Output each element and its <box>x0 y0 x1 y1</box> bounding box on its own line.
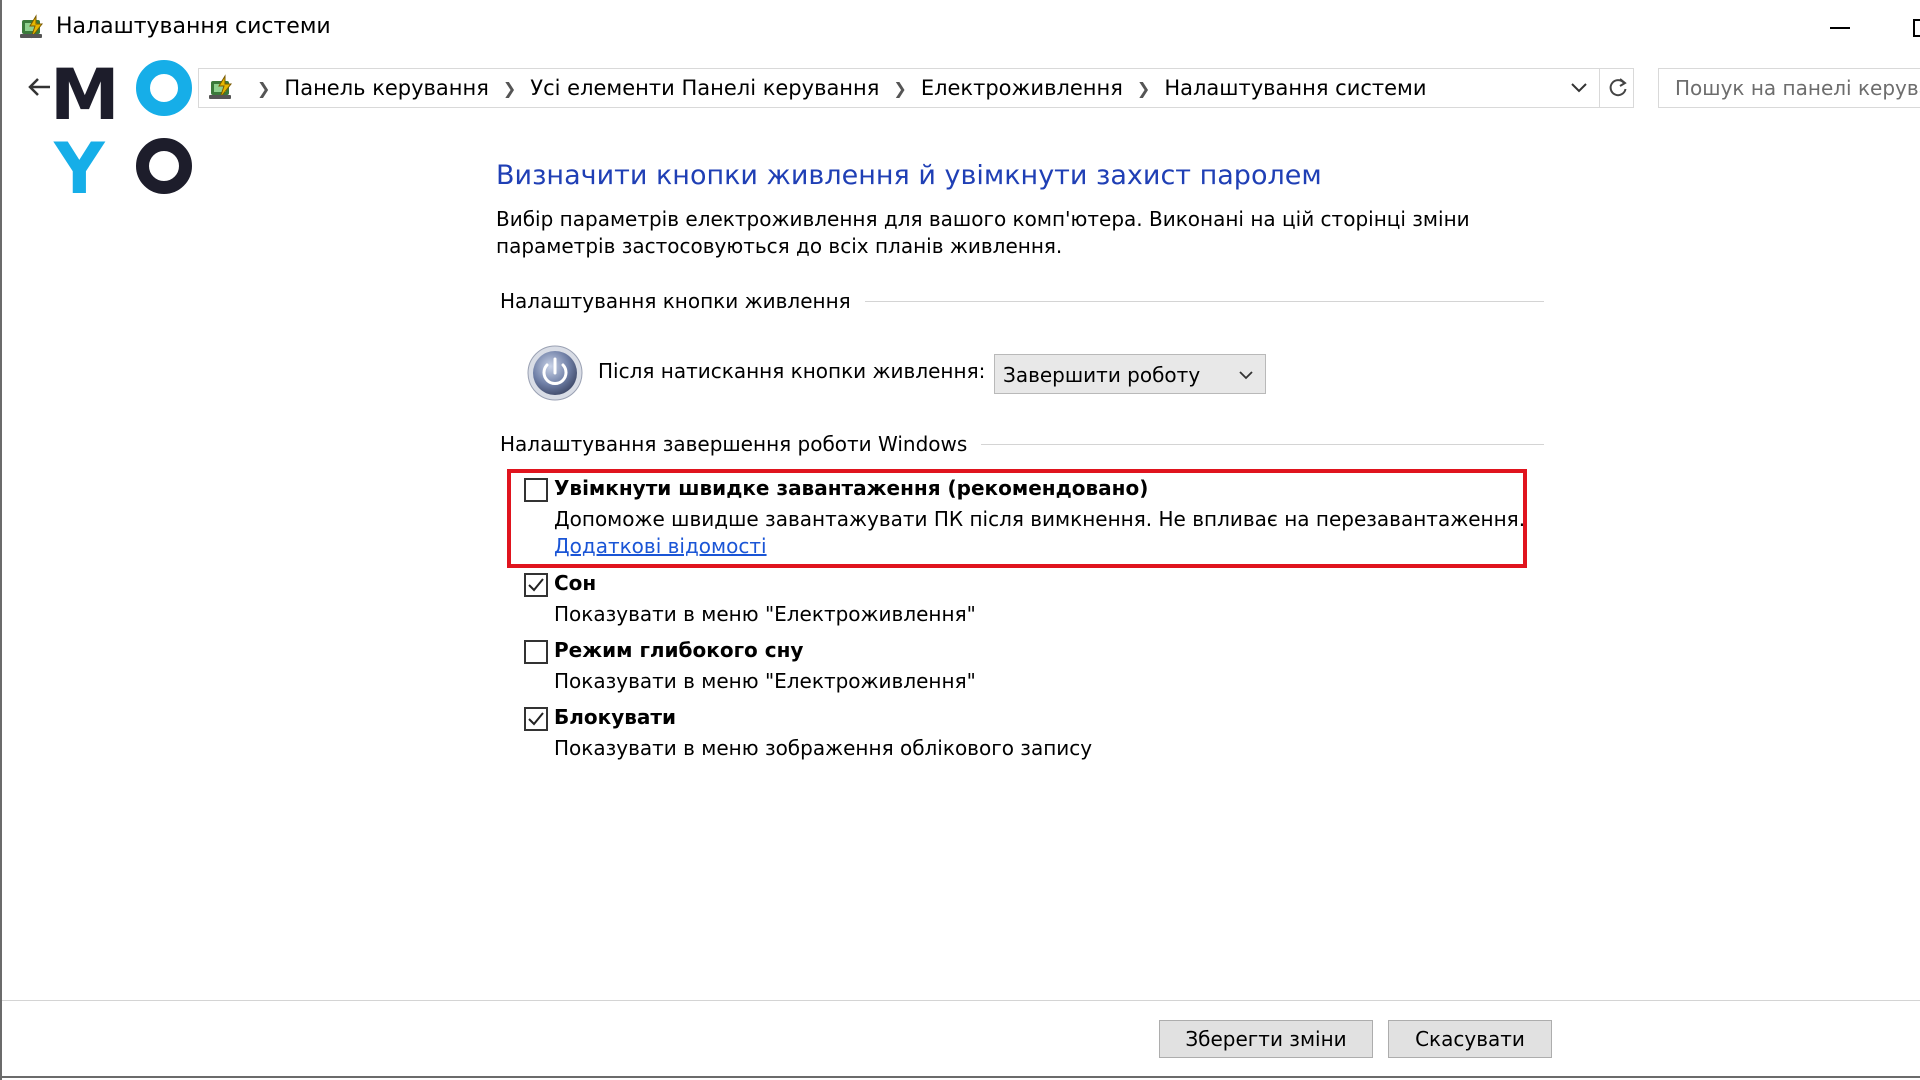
address-bar[interactable]: ❯ Панель керування ❯ Усі елементи Панелі… <box>198 68 1634 108</box>
option-title: Увімкнути швидке завантаження (рекомендо… <box>554 476 1149 500</box>
minimize-icon <box>1830 27 1850 29</box>
maximize-button[interactable] <box>1892 0 1920 56</box>
breadcrumb-power-options[interactable]: Електроживлення <box>921 76 1123 100</box>
option-title: Сон <box>554 571 597 595</box>
logo-letter-m: M <box>50 54 120 136</box>
lock-checkbox[interactable] <box>524 707 548 731</box>
checkmark-icon <box>528 578 544 592</box>
title-bar: Налаштування системи <box>2 0 1920 56</box>
shutdown-section-header: Налаштування завершення роботи Windows <box>500 429 1544 459</box>
breadcrumb: ❯ Панель керування ❯ Усі елементи Панелі… <box>243 69 1427 107</box>
option-description: Показувати в меню зображення облікового … <box>554 736 1093 760</box>
section-divider <box>864 300 1544 302</box>
search-input[interactable] <box>1659 69 1920 107</box>
maximize-icon <box>1913 19 1920 37</box>
more-info-link[interactable]: Додаткові відомості <box>554 534 767 558</box>
option-description: Показувати в меню "Електроживлення" <box>554 602 976 626</box>
save-changes-button[interactable]: Зберегти зміни <box>1159 1020 1373 1058</box>
logo-ring-o-blue <box>136 60 192 116</box>
back-arrow-icon[interactable] <box>24 72 54 102</box>
page-description: Вибір параметрів електроживлення для ваш… <box>496 207 1470 258</box>
chevron-right-icon[interactable]: ❯ <box>503 79 516 98</box>
breadcrumb-all-items[interactable]: Усі елементи Панелі керування <box>530 76 879 100</box>
option-title: Блокувати <box>554 705 677 729</box>
hibernate-checkbox[interactable] <box>524 640 548 664</box>
window-bottom-border <box>2 1076 1920 1078</box>
breadcrumb-control-panel[interactable]: Панель керування <box>284 76 488 100</box>
chevron-right-icon[interactable]: ❯ <box>893 79 906 98</box>
section-divider <box>981 443 1544 445</box>
power-button-section-header: Налаштування кнопки живлення <box>500 286 1544 316</box>
power-button-action-select[interactable]: Завершити роботу <box>994 354 1266 394</box>
power-button-icon <box>527 345 583 401</box>
cancel-button[interactable]: Скасувати <box>1388 1020 1552 1058</box>
chevron-right-icon: ❯ <box>257 78 271 98</box>
breadcrumb-system-settings[interactable]: Налаштування системи <box>1164 76 1426 100</box>
power-button-label: Після натискання кнопки живлення: <box>598 359 986 383</box>
option-title: Режим глибокого сну <box>554 638 804 662</box>
refresh-icon <box>1609 78 1627 97</box>
checkmark-icon <box>528 712 544 726</box>
window-title: Налаштування системи <box>56 14 331 39</box>
logo-letter-y: Y <box>54 128 105 210</box>
fast-startup-checkbox[interactable] <box>524 478 548 502</box>
chevron-down-icon[interactable] <box>1565 75 1593 101</box>
refresh-button[interactable] <box>1599 69 1635 107</box>
chevron-down-icon <box>1239 371 1253 380</box>
control-panel-icon <box>209 74 233 99</box>
minimize-button[interactable] <box>1810 0 1870 56</box>
power-options-icon <box>20 14 44 39</box>
logo-ring-o-dark <box>136 138 192 194</box>
moyo-logo: M Y <box>50 54 192 204</box>
section-title: Налаштування кнопки живлення <box>500 289 851 313</box>
sleep-checkbox[interactable] <box>524 573 548 597</box>
footer-divider <box>2 1000 1920 1001</box>
chevron-right-icon[interactable]: ❯ <box>1137 79 1150 98</box>
control-panel-window: Налаштування системи M Y ❯ Панель керува… <box>0 0 1920 1080</box>
option-description: Показувати в меню "Електроживлення" <box>554 669 976 693</box>
select-value: Завершити роботу <box>1003 363 1201 387</box>
search-box[interactable] <box>1658 68 1920 108</box>
option-description: Допоможе швидше завантажувати ПК після в… <box>554 507 1526 531</box>
section-title: Налаштування завершення роботи Windows <box>500 432 968 456</box>
page-title: Визначити кнопки живлення й увімкнути за… <box>496 160 1322 191</box>
